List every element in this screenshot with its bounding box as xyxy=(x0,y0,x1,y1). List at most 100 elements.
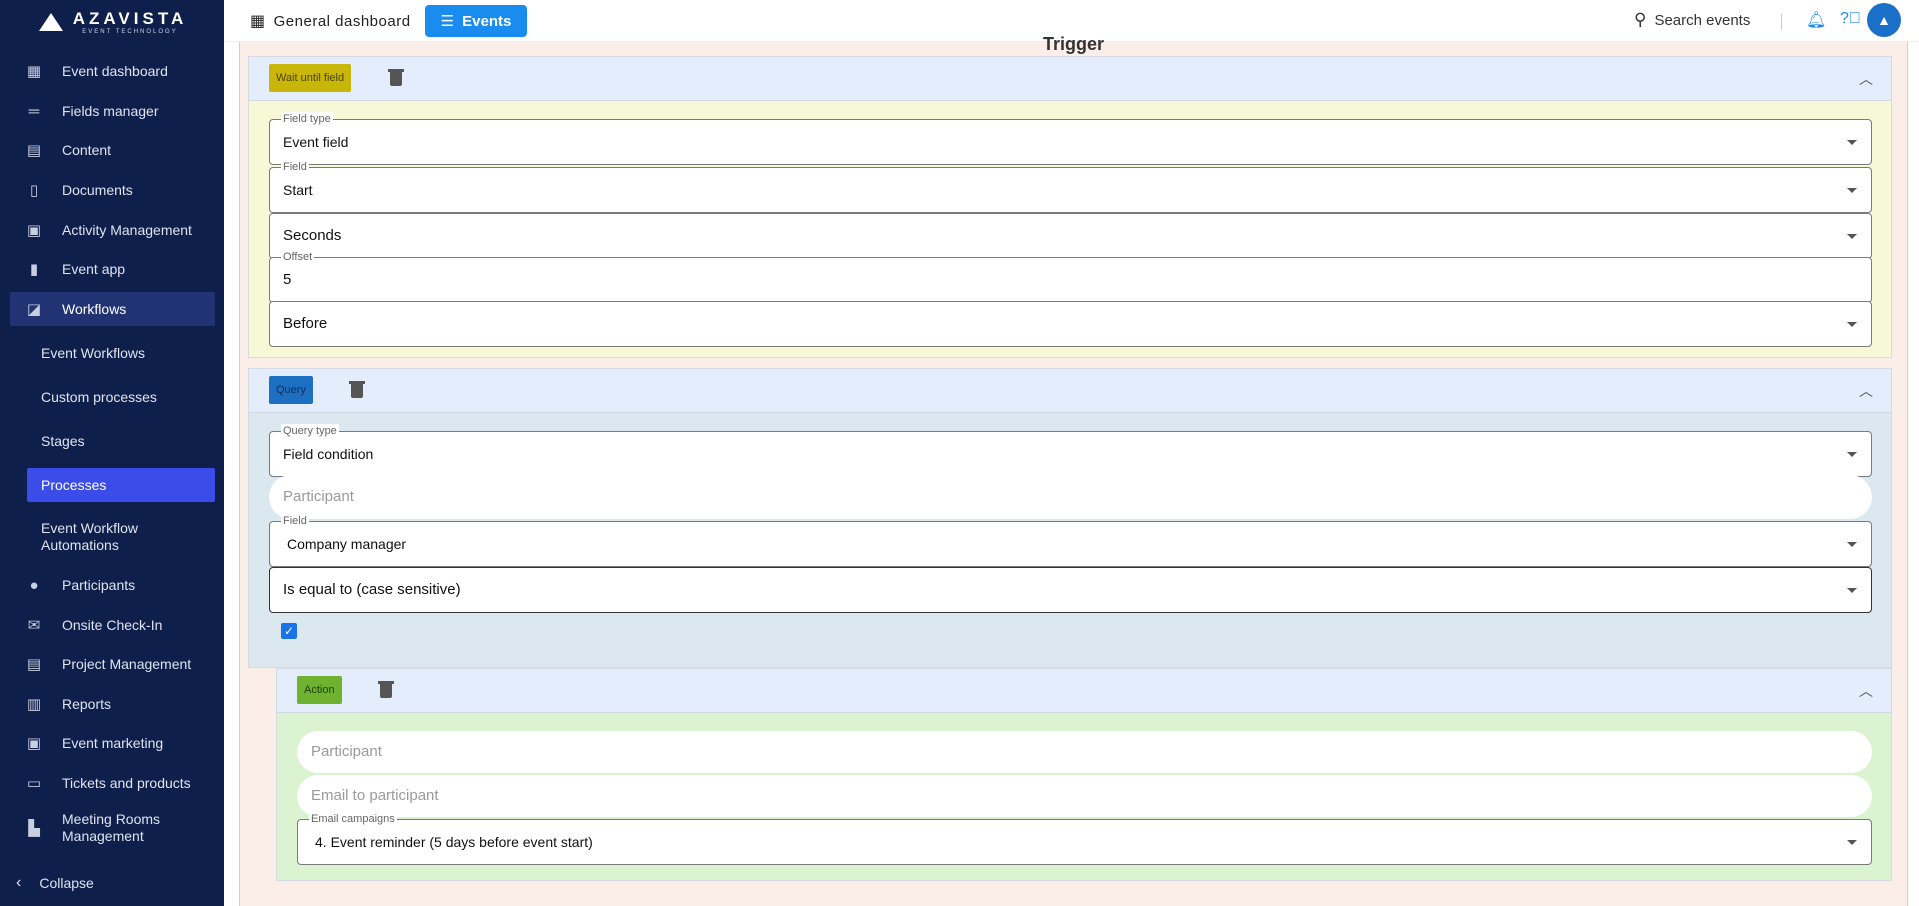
sidebar-subitem-stages[interactable]: Stages xyxy=(27,424,215,458)
email-to-participant-input[interactable]: Email to participant xyxy=(297,775,1872,817)
general-dashboard-tab[interactable]: ▦ General dashboard xyxy=(240,5,421,37)
query-checkbox[interactable]: ✓ xyxy=(281,623,297,639)
sidebar-item-label: Project Management xyxy=(62,656,192,672)
query-chip[interactable]: Query xyxy=(269,376,313,404)
collapse-button[interactable]: ‹ Collapse xyxy=(16,874,94,892)
query-field-label: Field xyxy=(281,514,309,528)
sidebar-item-activity-management[interactable]: ▣ Activity Management xyxy=(10,213,215,247)
sidebar-item-event-app[interactable]: ▮ Event app xyxy=(10,252,215,286)
calendar-icon: ▣ xyxy=(26,222,42,239)
sidebar-subitem-label: Custom processes xyxy=(41,389,157,405)
sidebar-item-content[interactable]: ▤ Content xyxy=(10,133,215,167)
dashboard-icon: ▦ xyxy=(250,13,266,30)
dropdown-arrow-icon xyxy=(1847,840,1857,845)
delete-trigger-icon[interactable] xyxy=(388,68,404,86)
sidebar-subitem-event-workflows[interactable]: Event Workflows xyxy=(27,336,215,370)
sidebar-item-project-management[interactable]: ▤ Project Management xyxy=(10,647,215,681)
sidebar-item-documents[interactable]: ▯ Documents xyxy=(10,173,215,207)
action-participant-input[interactable]: Participant xyxy=(297,731,1872,773)
email-campaigns-value: 4. Event reminder (5 days before event s… xyxy=(315,834,593,850)
operator-select[interactable]: Is equal to (case sensitive) xyxy=(269,567,1872,613)
sidebar-item-tickets-and-products[interactable]: ▭ Tickets and products xyxy=(10,766,215,800)
sidebar-item-fields-manager[interactable]: ═ Fields manager xyxy=(10,94,215,128)
sidebar-item-participants[interactable]: ● Participants xyxy=(10,568,215,602)
time-unit-select[interactable]: Seconds xyxy=(269,213,1872,259)
query-block-header: Query ︿ xyxy=(249,369,1891,413)
chart-icon: ▥ xyxy=(26,696,42,713)
divider xyxy=(1781,14,1782,30)
participant-input[interactable]: Participant xyxy=(269,475,1872,519)
sidebar-subitem-label: Event Workflows xyxy=(41,345,145,361)
collapse-label: Collapse xyxy=(39,875,94,891)
sidebar-item-workflows[interactable]: ◪ Workflows xyxy=(10,292,215,326)
list-icon: ☰ xyxy=(440,13,455,30)
room-icon: ▙ xyxy=(28,819,40,837)
direction-select[interactable]: Before xyxy=(269,301,1872,347)
query-field-value: Company manager xyxy=(287,536,407,552)
dropdown-arrow-icon xyxy=(1847,588,1857,593)
chevron-up-icon[interactable]: ︿ xyxy=(1859,681,1873,701)
offset-value: 5 xyxy=(283,271,292,288)
sidebar-subitem-label: Stages xyxy=(41,433,85,449)
query-type-value: Field condition xyxy=(283,446,374,462)
action-block: Action ︿ Participant Email to participan… xyxy=(276,668,1892,881)
avatar-logo-icon: ▲ xyxy=(1877,12,1891,28)
sidebar-item-meeting-rooms-management[interactable]: ▙ Meeting Rooms Management xyxy=(10,810,215,846)
bell-icon[interactable]: 🔔︎ xyxy=(1806,10,1826,30)
query-block: Query ︿ Query type Field condition Parti… xyxy=(248,368,1892,668)
chevron-up-icon[interactable]: ︿ xyxy=(1859,69,1873,89)
action-chip[interactable]: Action xyxy=(297,676,342,704)
email-to-participant-placeholder: Email to participant xyxy=(311,787,439,804)
dropdown-arrow-icon xyxy=(1847,140,1857,145)
sidebar-item-event-marketing[interactable]: ▣ Event marketing xyxy=(10,726,215,760)
query-type-label: Query type xyxy=(281,424,339,438)
fields-icon: ═ xyxy=(28,102,40,120)
content-icon: ▤ xyxy=(26,142,42,159)
phone-icon: ▮ xyxy=(29,261,39,278)
sidebar-subitem-custom-processes[interactable]: Custom processes xyxy=(27,380,215,414)
sidebar-item-label: Content xyxy=(62,142,112,158)
wait-until-field-chip[interactable]: Wait until field xyxy=(269,64,352,92)
offset-input[interactable]: Offset 5 xyxy=(269,250,1872,303)
trigger-title: Trigger xyxy=(1042,34,1104,54)
dropdown-arrow-icon xyxy=(1847,234,1857,239)
sidebar-item-onsite-check-in[interactable]: ✉ Onsite Check-In xyxy=(10,608,215,642)
email-campaigns-select[interactable]: Email campaigns 4. Event reminder (5 day… xyxy=(297,812,1872,865)
participant-placeholder: Participant xyxy=(283,488,354,505)
sidebar-item-label: Activity Management xyxy=(62,222,192,238)
sidebar-subitem-processes[interactable]: Processes xyxy=(27,468,215,502)
dropdown-arrow-icon xyxy=(1847,542,1857,547)
sidebar-item-label: Participants xyxy=(62,577,136,593)
query-type-select[interactable]: Query type Field condition xyxy=(269,424,1872,477)
email-campaigns-label: Email campaigns xyxy=(309,812,397,826)
chevron-left-icon: ‹ xyxy=(16,874,22,891)
chevron-up-icon[interactable]: ︿ xyxy=(1859,381,1873,401)
direction-value: Before xyxy=(283,315,328,332)
workflow-icon: ◪ xyxy=(26,301,42,318)
sidebar-item-label: Event dashboard xyxy=(62,63,168,79)
sidebar-item-reports[interactable]: ▥ Reports xyxy=(10,687,215,721)
delete-query-icon[interactable] xyxy=(349,380,365,398)
brand-logo[interactable]: AZAVISTA EVENT TECHNOLOGY xyxy=(0,0,224,44)
field-select[interactable]: Field Start xyxy=(269,160,1872,213)
sidebar-item-label: Reports xyxy=(62,696,112,712)
person-icon: ● xyxy=(29,576,39,594)
search-placeholder: Search events xyxy=(1654,11,1751,29)
brand-tagline: EVENT TECHNOLOGY xyxy=(82,28,178,35)
search-events[interactable]: ⚲ Search events xyxy=(1634,10,1750,30)
trigger-block: Wait until field ︿ Field type Event fiel… xyxy=(248,56,1892,358)
general-dashboard-label: General dashboard xyxy=(273,12,411,30)
field-value: Start xyxy=(283,182,313,198)
field-type-select[interactable]: Field type Event field xyxy=(269,112,1872,165)
help-icon[interactable]: ?⃝ xyxy=(1840,10,1861,28)
sidebar-item-event-dashboard[interactable]: ▦ Event dashboard xyxy=(10,54,215,88)
events-tab[interactable]: ☰ Events xyxy=(425,5,527,37)
sidebar-subitem-event-workflow-automations[interactable]: Event Workflow Automations xyxy=(27,519,177,555)
search-icon: ⚲ xyxy=(1634,10,1647,29)
dropdown-arrow-icon xyxy=(1847,188,1857,193)
delete-action-icon[interactable] xyxy=(378,680,394,698)
avatar[interactable]: ▲ xyxy=(1867,3,1901,37)
field-label: Field xyxy=(281,160,309,174)
query-field-select[interactable]: Field Company manager xyxy=(269,514,1872,567)
checkmark-icon: ✓ xyxy=(283,624,295,638)
